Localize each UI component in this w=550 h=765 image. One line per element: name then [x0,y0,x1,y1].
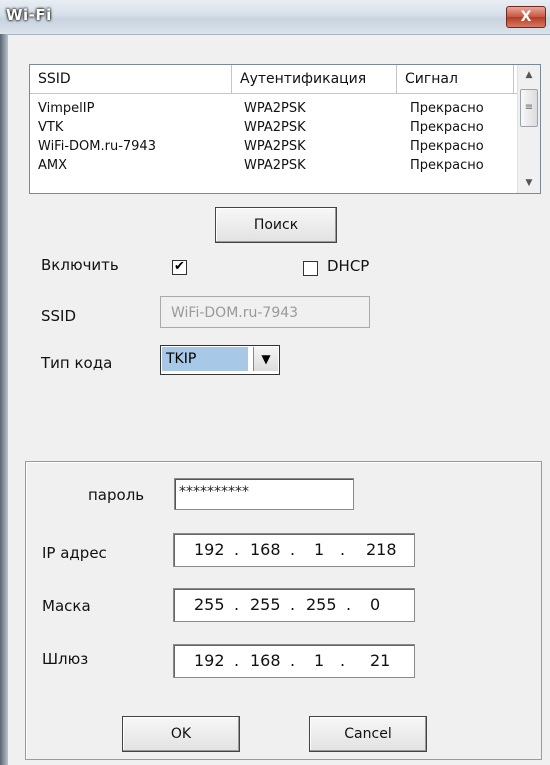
ip-address-field[interactable]: 192 . 168 . 1 . 218 [173,533,415,567]
window-title: Wi-Fi [6,6,52,24]
column-header-ssid[interactable]: SSID [30,65,232,93]
encryption-value: TKIP [162,347,248,371]
ip-octet-3[interactable]: 1 [314,534,324,566]
search-button[interactable]: Поиск [215,207,337,243]
octet-separator: . [290,540,296,559]
close-icon: X [520,9,532,25]
title-bar[interactable]: Wi-Fi X [0,0,550,35]
ok-button[interactable]: OK [122,716,240,752]
row-auth: WPA2PSK [244,139,306,154]
octet-separator: . [340,651,346,670]
mask-octet-1[interactable]: 255 [194,589,225,621]
row-signal: Прекрасно [410,120,484,135]
row-signal: Прекрасно [410,101,484,116]
list-header: SSID Аутентификация Сигнал [30,65,540,94]
octet-separator: . [340,540,346,559]
window-frame-edge [0,34,8,765]
cancel-button[interactable]: Cancel [309,716,427,752]
ip-octet-2[interactable]: 168 [250,534,281,566]
row-ssid: AMX [38,158,68,173]
column-header-auth[interactable]: Аутентификация [232,65,397,93]
scroll-thumb[interactable]: ≡ [520,89,538,127]
mask-field[interactable]: 255 . 255 . 255 . 0 [173,588,415,622]
row-signal: Прекрасно [410,139,484,154]
ssid-field[interactable]: WiFi-DOM.ru-7943 [160,296,370,328]
mask-octet-3[interactable]: 255 [306,589,337,621]
gateway-label: Шлюз [42,650,89,668]
gateway-field[interactable]: 192 . 168 . 1 . 21 [173,644,415,678]
dhcp-checkbox[interactable] [303,261,318,276]
enable-label: Включить [41,256,119,274]
octet-separator: . [234,595,240,614]
scroll-up-icon[interactable]: ▲ [518,65,540,85]
gateway-octet-1[interactable]: 192 [194,645,225,677]
row-auth: WPA2PSK [244,120,306,135]
network-settings-group: пароль ********** IP адрес 192 . 168 . 1… [25,461,542,760]
row-signal: Прекрасно [410,158,484,173]
octet-separator: . [290,651,296,670]
gateway-octet-4[interactable]: 21 [370,645,390,677]
octet-separator: . [290,595,296,614]
ip-octet-4[interactable]: 218 [366,534,397,566]
row-ssid: VimpelIP [38,101,95,116]
gateway-octet-2[interactable]: 168 [250,645,281,677]
column-header-signal[interactable]: Сигнал [397,65,514,93]
list-item[interactable]: VimpelIP WPA2PSK Прекрасно [30,99,514,118]
ip-octet-1[interactable]: 192 [194,534,225,566]
list-item[interactable]: VTK WPA2PSK Прекрасно [30,118,514,137]
mask-octet-2[interactable]: 255 [250,589,281,621]
enable-checkbox[interactable]: ✔ [172,260,187,275]
chevron-down-icon[interactable]: ▼ [253,347,278,371]
encryption-label: Тип кода [41,354,113,372]
ip-label: IP адрес [42,544,107,562]
wifi-dialog: Wi-Fi X SSID Аутентификация Сигнал Vimpe… [0,0,550,765]
row-auth: WPA2PSK [244,101,306,116]
list-scrollbar[interactable]: ▲ ≡ ▼ [517,65,540,193]
row-ssid: VTK [38,120,64,135]
encryption-select[interactable]: TKIP ▼ [160,345,280,375]
password-field[interactable]: ********** [174,478,354,510]
row-ssid: WiFi-DOM.ru-7943 [38,139,156,154]
close-button[interactable]: X [506,6,546,28]
gateway-octet-3[interactable]: 1 [314,645,324,677]
octet-separator: . [234,651,240,670]
mask-octet-4[interactable]: 0 [370,589,380,621]
scroll-down-icon[interactable]: ▼ [518,173,540,193]
list-item[interactable]: AMX WPA2PSK Прекрасно [30,156,514,175]
octet-separator: . [346,595,352,614]
octet-separator: . [234,540,240,559]
row-auth: WPA2PSK [244,158,306,173]
dhcp-label: DHCP [327,257,370,275]
network-list[interactable]: SSID Аутентификация Сигнал VimpelIP WPA2… [29,64,541,194]
ssid-label: SSID [41,307,77,325]
checkmark-icon: ✔ [174,259,185,274]
list-item[interactable]: WiFi-DOM.ru-7943 WPA2PSK Прекрасно [30,137,514,156]
mask-label: Маска [42,597,91,615]
password-label: пароль [88,486,145,504]
